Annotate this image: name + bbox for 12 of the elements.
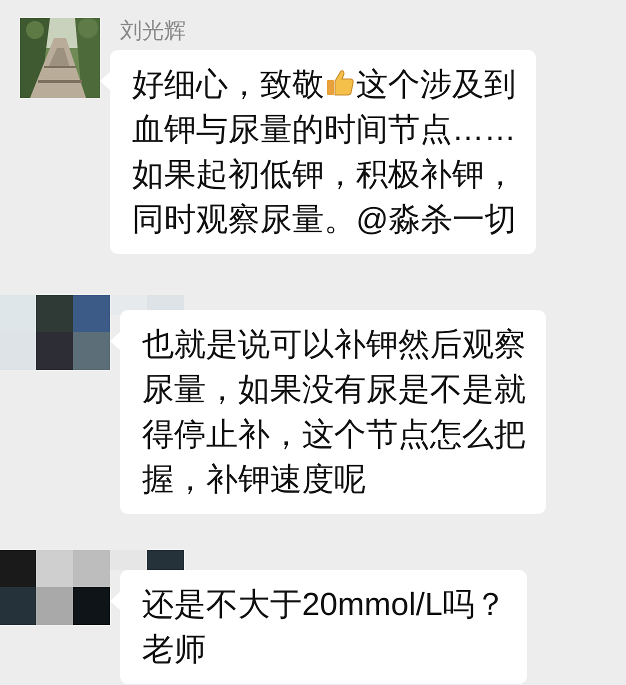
message-text: 同时观察尿量。@淼杀一切 (132, 201, 516, 237)
message-text: 老师 (142, 631, 206, 667)
message-text: 好细心，致敬 (132, 66, 324, 102)
sender-name: 刘光辉 (120, 20, 186, 42)
message-text: 得停止补，这个节点怎么把 (142, 416, 526, 452)
message-text: 尿量，如果没有尿是不是就 (142, 371, 526, 407)
message-text: 也就是说可以补钾然后观察 (142, 326, 526, 362)
message-text: 还是不大于20mmol/L吗？ (142, 586, 506, 622)
message-text: 血钾与尿量的时间节点…… (132, 111, 516, 147)
message-text: 这个涉及到 (356, 66, 516, 102)
message-text: 如果起初低钾，积极补钾， (132, 156, 516, 192)
message-text: 握，补钾速度呢 (142, 461, 366, 497)
